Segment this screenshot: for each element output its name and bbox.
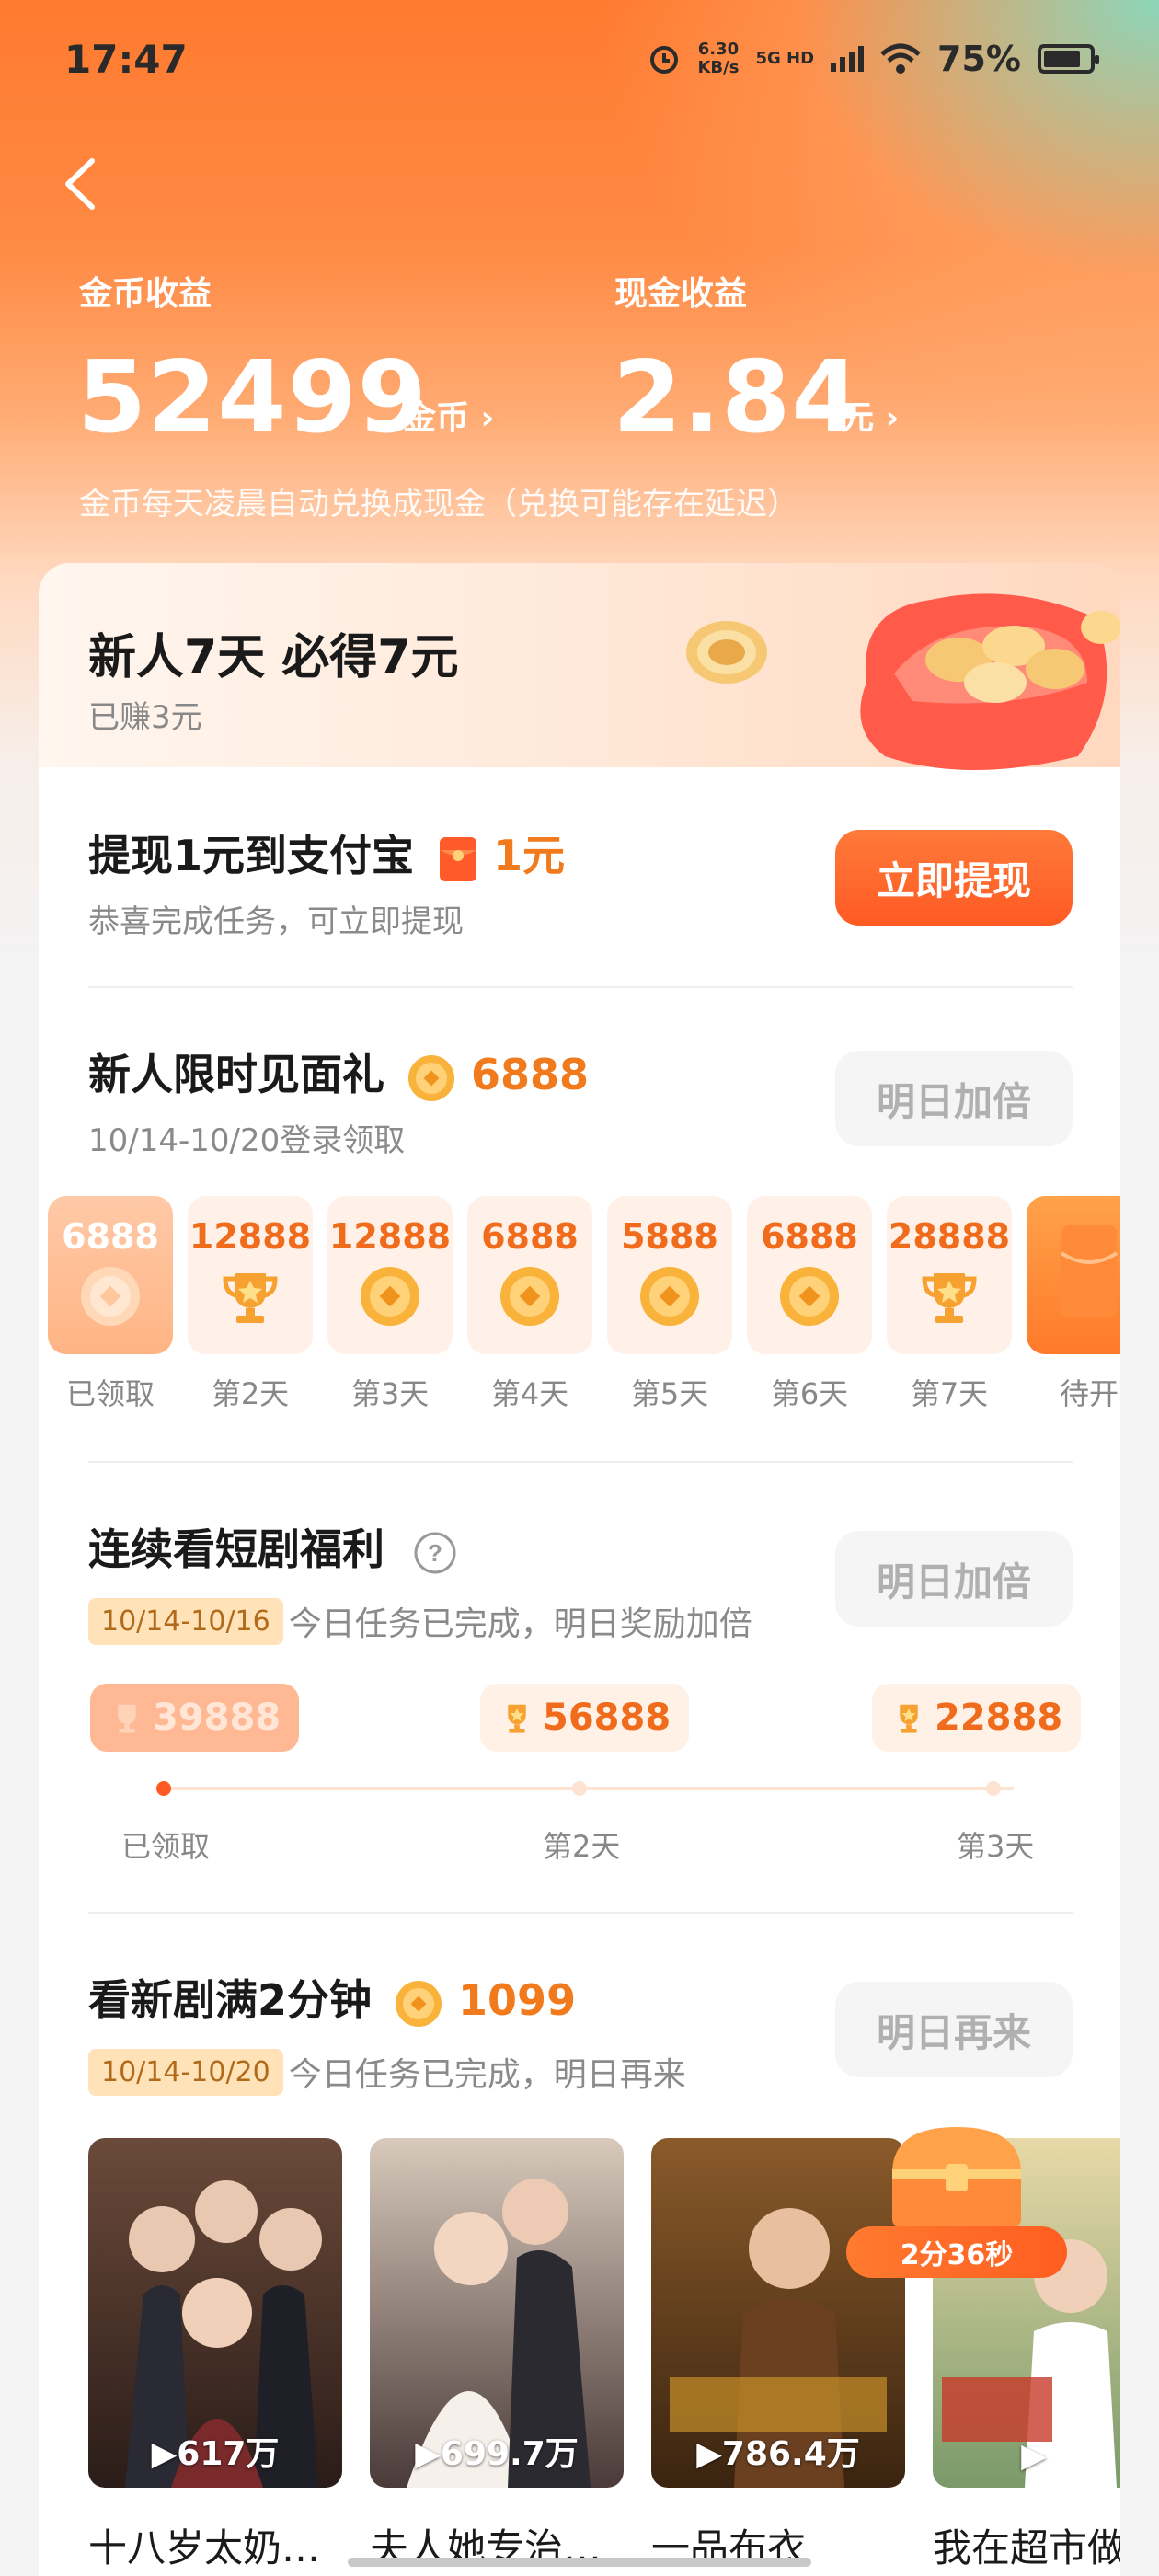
cash-income-label: 现金收益 xyxy=(614,275,748,313)
status-bar: 17:47 6.30 KB/s 5G HD 75% xyxy=(0,0,1159,129)
coin-icon xyxy=(361,1267,419,1326)
drama-title-4[interactable]: 我在超市做 xyxy=(933,2517,1120,2573)
drama-poster-1[interactable]: ▶617万 xyxy=(88,2138,342,2488)
withdraw-title: 提现1元到支付宝 1元 xyxy=(88,822,565,883)
trophy-icon xyxy=(223,1273,278,1323)
gift-subtitle: 10/14-10/20登录领取 xyxy=(88,1122,406,1159)
alarm-icon xyxy=(650,46,679,74)
coin-icon xyxy=(686,621,767,684)
coin-income-unit[interactable]: 金币 › xyxy=(403,391,494,439)
drama-views: ▶ xyxy=(1021,2437,1047,2475)
gift-title: 新人限时见面礼 6888 xyxy=(88,1041,589,1103)
streak-step-2-label: 第2天 xyxy=(543,1829,621,1864)
watch-coins: 1099 xyxy=(458,1975,577,2025)
svg-text:?: ? xyxy=(428,1539,442,1567)
gift-day-2[interactable]: 12888 第2天 xyxy=(188,1196,313,1413)
battery-icon xyxy=(1038,44,1099,74)
streak-progress-track xyxy=(167,1787,1014,1790)
coin-icon xyxy=(396,1980,442,2027)
tasks-card: 新人7天 必得7元 已赚3元 提现1元到支付宝 1元 恭喜完成任务，可立即提现 … xyxy=(39,563,1120,2576)
streak-dot-2 xyxy=(572,1781,587,1796)
money-bag-icon xyxy=(860,593,1120,770)
watch-come-back-tomorrow-button[interactable]: 明日再来 xyxy=(835,1982,1073,2077)
streak-step-2-reward: 56888 xyxy=(480,1684,690,1752)
gift-day-7[interactable]: 28888 第7天 xyxy=(887,1196,1012,1413)
banner-title: 新人7天 必得7元 xyxy=(88,630,459,685)
back-arrow-icon[interactable] xyxy=(55,152,110,216)
network-speed: 6.30 KB/s xyxy=(697,40,740,77)
battery-percent: 75% xyxy=(937,39,1021,79)
status-time: 17:47 xyxy=(64,37,188,82)
drama-poster-2[interactable]: ▶699.7万 xyxy=(370,2138,624,2488)
treasure-timer[interactable]: 2分36秒 xyxy=(846,2118,1076,2283)
streak-dot-1 xyxy=(156,1781,171,1796)
watch-desc-row: 10/14-10/20 今日任务已完成，明日再来 xyxy=(88,2048,686,2096)
home-indicator[interactable] xyxy=(348,2558,811,2567)
gift-day-1[interactable]: 6888 已领取 xyxy=(48,1196,173,1413)
gift-days-list: 6888 已领取 12888 第2天 12888 第3天 6888 第4天 58… xyxy=(48,1196,1120,1435)
trophy-icon xyxy=(900,1704,918,1733)
gift-day-8[interactable]: 待开 xyxy=(1027,1196,1120,1413)
coin-icon xyxy=(81,1267,140,1326)
treasure-chest-icon xyxy=(892,2127,1021,2228)
trophy-icon xyxy=(118,1704,136,1733)
red-packet-icon xyxy=(1060,1225,1119,1317)
coin-icon xyxy=(780,1267,839,1326)
streak-double-tomorrow-button[interactable]: 明日加倍 xyxy=(835,1531,1073,1627)
streak-step-3-label: 第3天 xyxy=(957,1829,1035,1864)
trophy-icon xyxy=(508,1704,526,1733)
streak-desc-row: 10/14-10/16 今日任务已完成，明日奖励加倍 xyxy=(88,1597,752,1645)
gift-coins: 6888 xyxy=(471,1050,590,1099)
banner-subtitle: 已赚3元 xyxy=(88,699,202,736)
signal-icon xyxy=(831,46,865,72)
watch-title: 看新剧满2分钟 1099 xyxy=(88,1967,576,2029)
cash-income-unit[interactable]: 元 › xyxy=(841,391,899,439)
timer-countdown: 2分36秒 xyxy=(846,2226,1067,2278)
streak-step-3-reward: 22888 xyxy=(872,1684,1082,1752)
withdraw-subtitle: 恭喜完成任务，可立即提现 xyxy=(88,903,464,940)
streak-dot-3 xyxy=(986,1781,1001,1796)
gift-day-3[interactable]: 12888 第3天 xyxy=(327,1196,453,1413)
divider xyxy=(88,1461,1073,1463)
withdraw-now-button[interactable]: 立即提现 xyxy=(835,830,1073,926)
watch-desc: 今日任务已完成，明日再来 xyxy=(288,2056,686,2094)
gift-day-6[interactable]: 6888 第6天 xyxy=(747,1196,872,1413)
newbie-banner[interactable]: 新人7天 必得7元 已赚3元 xyxy=(39,563,1120,770)
streak-step-1-reward: 39888 xyxy=(90,1684,300,1752)
red-packet-icon xyxy=(440,836,477,881)
cash-income-value[interactable]: 2.84 xyxy=(613,340,861,455)
divider xyxy=(88,986,1073,988)
coin-income-value[interactable]: 52499 xyxy=(77,340,428,455)
gift-day-4[interactable]: 6888 第4天 xyxy=(467,1196,592,1413)
gift-double-tomorrow-button[interactable]: 明日加倍 xyxy=(835,1051,1073,1146)
help-icon[interactable]: ? xyxy=(412,1530,458,1576)
exchange-note: 金币每天凌晨自动兑换成现金（兑换可能存在延迟） xyxy=(79,486,798,523)
divider xyxy=(88,1912,1073,1914)
streak-desc: 今日任务已完成，明日奖励加倍 xyxy=(288,1605,752,1643)
streak-step-1-label: 已领取 xyxy=(121,1829,211,1864)
coin-income-label: 金币收益 xyxy=(79,275,212,313)
trophy-icon xyxy=(922,1273,977,1323)
watch-date-tag: 10/14-10/20 xyxy=(88,2048,283,2096)
network-type: 5G HD xyxy=(755,49,815,68)
drama-title-1[interactable]: 十八岁太奶… xyxy=(88,2517,346,2573)
streak-date-tag: 10/14-10/16 xyxy=(88,1597,283,1645)
coin-icon xyxy=(500,1267,559,1326)
wifi-icon xyxy=(880,43,921,74)
coin-icon xyxy=(640,1267,699,1326)
drama-views: ▶617万 xyxy=(151,2435,280,2473)
drama-views: ▶786.4万 xyxy=(696,2435,860,2473)
drama-views: ▶699.7万 xyxy=(415,2435,579,2473)
coin-icon xyxy=(408,1054,455,1101)
streak-title: 连续看短剧福利 ? xyxy=(88,1516,458,1577)
withdraw-amount: 1元 xyxy=(493,831,566,880)
gift-day-5[interactable]: 5888 第5天 xyxy=(607,1196,732,1413)
